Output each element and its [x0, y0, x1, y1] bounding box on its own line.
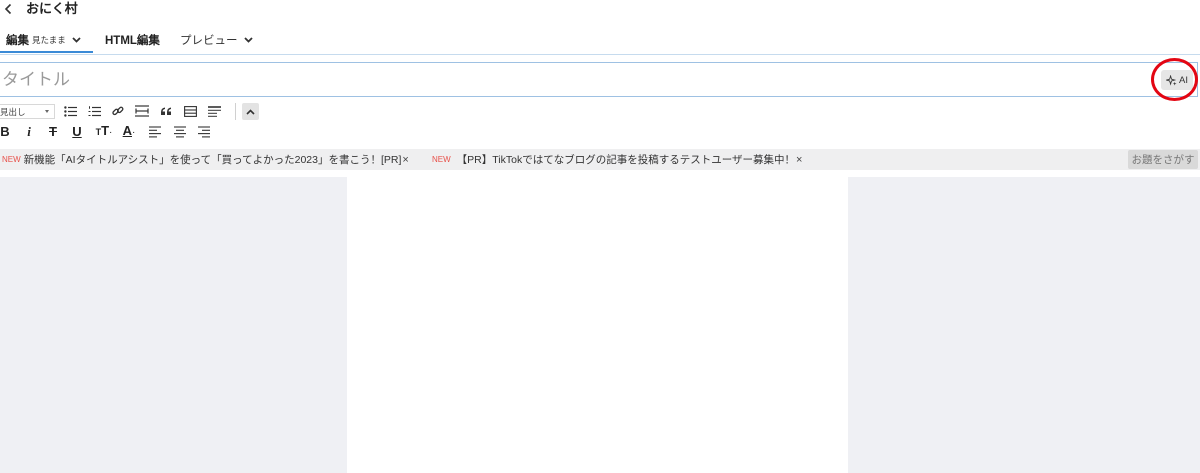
paragraph-icon[interactable] — [206, 103, 222, 119]
chevron-up-icon — [246, 108, 255, 115]
title-field-container — [0, 62, 1198, 97]
bold-icon[interactable]: B — [0, 124, 13, 140]
numbered-list-icon[interactable] — [86, 103, 102, 119]
editor-body[interactable] — [347, 177, 848, 473]
underline-glyph: U — [72, 124, 82, 139]
tab-label: 編集 — [6, 35, 29, 47]
active-tab-indicator — [0, 51, 93, 53]
ai-button-label: AI — [1179, 74, 1188, 86]
notice-close-button[interactable]: × — [402, 154, 408, 166]
chevron-down-icon — [243, 37, 253, 43]
tab-preview[interactable]: プレビュー — [180, 28, 253, 52]
bulleted-list-icon[interactable] — [62, 103, 78, 119]
dropdown-mark: · — [132, 127, 136, 138]
heading-select-value: 見出し — [0, 106, 26, 117]
new-badge: NEW — [2, 155, 21, 164]
notice-item: NEW 【PR】TikTokではてなブログの記事を投稿するテストユーザー募集中！… — [432, 149, 802, 170]
text-color-glyph: A· — [123, 123, 136, 141]
align-right-icon[interactable] — [196, 124, 212, 140]
font-size-glyph: TT· — [96, 123, 113, 141]
align-left-icon[interactable] — [147, 124, 163, 140]
bold-glyph: B — [0, 124, 10, 139]
notice-link[interactable]: 新機能「AIタイトルアシスト」を使って「買ってよかった2023」を書こう！[PR… — [24, 152, 402, 167]
align-center-icon[interactable] — [172, 124, 188, 140]
find-topic-button[interactable]: お題をさがす — [1128, 150, 1198, 169]
notice-close-button[interactable]: × — [796, 154, 802, 166]
table-icon[interactable] — [182, 103, 198, 119]
editor-background — [0, 177, 1200, 473]
back-chevron-icon[interactable] — [4, 3, 13, 15]
text-color-icon[interactable]: A· — [120, 123, 138, 141]
chevron-down-icon — [72, 37, 81, 43]
heading-select[interactable]: 見出し — [0, 104, 55, 119]
notice-link[interactable]: 【PR】TikTokではてなブログの記事を投稿するテストユーザー募集中！ — [457, 152, 795, 167]
text-color-letter: A — [122, 123, 133, 138]
quote-icon[interactable] — [158, 103, 174, 119]
sparkle-icon — [1166, 74, 1177, 86]
tab-html-edit[interactable]: HTML編集 — [105, 28, 160, 52]
blog-title: おにく村 — [26, 1, 78, 16]
tab-label: HTML編集 — [105, 35, 160, 47]
italic-glyph: i — [27, 124, 31, 139]
new-badge: NEW — [432, 155, 451, 164]
font-size-large-glyph: T — [101, 123, 110, 138]
dropdown-mark: · — [109, 127, 113, 138]
caret-down-icon — [45, 110, 49, 113]
link-icon[interactable] — [110, 103, 126, 119]
notice-bar: NEW 新機能「AIタイトルアシスト」を使って「買ってよかった2023」を書こう… — [0, 149, 1200, 170]
tab-label: プレビュー — [180, 35, 238, 47]
strikethrough-glyph: T — [49, 124, 57, 139]
collapse-toolbar-button[interactable] — [242, 103, 259, 120]
editor-mode-tabs: 編集 見たまま HTML編集 プレビュー — [0, 28, 1200, 55]
horizontal-rule-icon[interactable] — [134, 103, 150, 119]
tab-wysiwyg-edit[interactable]: 編集 見たまま — [6, 28, 81, 52]
underline-icon[interactable]: U — [69, 124, 85, 140]
notice-item: NEW 新機能「AIタイトルアシスト」を使って「買ってよかった2023」を書こう… — [2, 149, 409, 170]
ai-title-assist-button[interactable]: AI — [1161, 70, 1193, 90]
italic-icon[interactable]: i — [21, 124, 37, 140]
tab-sublabel: 見たまま — [32, 35, 66, 45]
strikethrough-icon[interactable]: T — [45, 124, 61, 140]
toolbar-divider — [235, 103, 236, 120]
title-input[interactable] — [2, 63, 1142, 96]
font-size-icon[interactable]: TT· — [94, 123, 114, 141]
